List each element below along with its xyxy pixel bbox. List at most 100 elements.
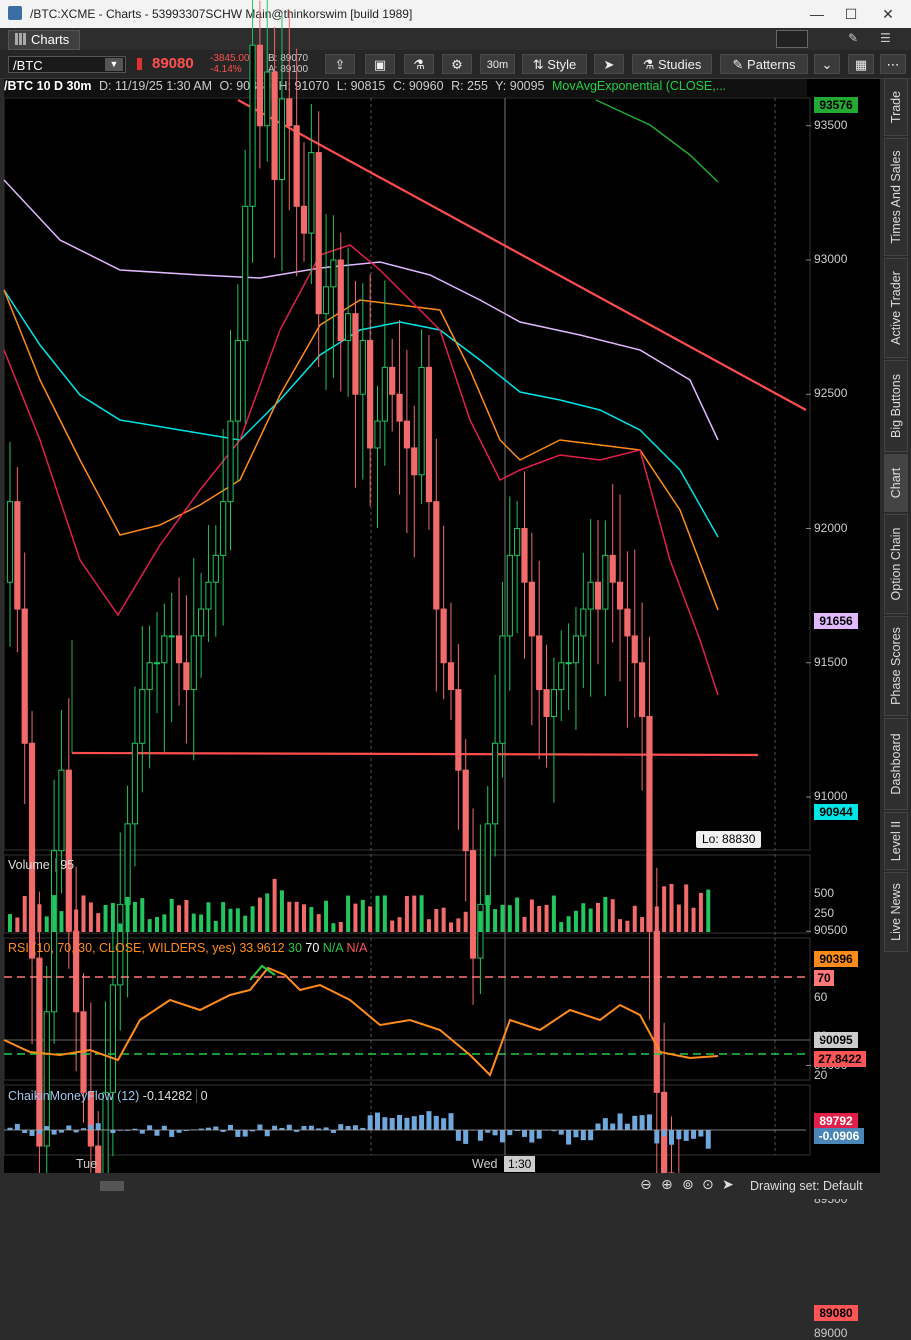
side-tab-big-buttons[interactable]: Big Buttons — [884, 360, 908, 452]
candle-body — [140, 690, 145, 744]
volume-bar — [647, 904, 651, 932]
cmf-bar — [96, 1123, 101, 1130]
side-tab-times-and-sales[interactable]: Times And Sales — [884, 138, 908, 256]
cmf-bar — [390, 1118, 395, 1130]
volume-bar — [346, 896, 350, 932]
candle-body — [448, 663, 453, 690]
cmf-bar — [691, 1130, 696, 1139]
candle-body — [463, 770, 468, 851]
side-tab-trade[interactable]: Trade — [884, 78, 908, 136]
volume-bar — [8, 914, 12, 932]
side-tab-level-ii[interactable]: Level II — [884, 812, 908, 870]
cursor-icon[interactable]: ➤ — [722, 1176, 734, 1193]
cmf-bar — [15, 1124, 20, 1130]
cmf-bar — [368, 1115, 373, 1130]
volume-bar — [434, 909, 438, 932]
volume-bar — [295, 902, 299, 932]
volume-bar — [611, 899, 615, 932]
time-label-wed: Wed — [472, 1157, 497, 1171]
cmf-bar — [698, 1130, 703, 1137]
candle-body — [309, 153, 314, 234]
candle-body — [397, 394, 402, 421]
volume-bar — [427, 919, 431, 932]
candle-body — [441, 609, 446, 663]
candle-body — [419, 367, 424, 474]
candle-body — [66, 770, 71, 931]
price-flag: 89080 — [814, 1305, 858, 1321]
side-tab-option-chain[interactable]: Option Chain — [884, 514, 908, 614]
rsi-value: 33.9612 — [239, 941, 284, 955]
zoom-reset-icon[interactable]: ⊙ — [702, 1176, 714, 1193]
side-tab-live-news[interactable]: Live News — [884, 872, 908, 952]
volume-bar — [287, 902, 291, 932]
rsi-label: RSI (10, 70, 30, CLOSE, WILDERS, yes) — [8, 941, 236, 955]
volume-bar — [67, 913, 71, 932]
volume-bar — [420, 895, 424, 932]
candle-body — [154, 663, 159, 664]
volume-bar — [104, 905, 108, 932]
low-label: Lo: 88830 — [696, 831, 761, 848]
volume-bar — [162, 914, 166, 932]
cmf-bar — [537, 1130, 542, 1139]
price-flag: 91656 — [814, 613, 858, 629]
price-flag: 93576 — [814, 97, 858, 113]
cmf-bar — [412, 1116, 417, 1130]
cmf-bar — [419, 1115, 424, 1130]
volume-bar — [478, 911, 482, 932]
zoom-fit-icon[interactable]: ⊚ — [682, 1176, 694, 1193]
cmf-bar — [669, 1130, 674, 1145]
candle-body — [640, 663, 645, 717]
candle-body — [485, 824, 490, 905]
cmf-bar — [213, 1126, 218, 1130]
volume-bar — [508, 905, 512, 932]
volume-bar — [353, 904, 357, 932]
candle-body — [147, 663, 152, 690]
volume-bar — [398, 917, 402, 932]
volume-bar — [618, 919, 622, 932]
volume-bar — [324, 901, 328, 932]
side-tab-chart[interactable]: Chart — [884, 454, 908, 512]
drawing-set[interactable]: Drawing set: Default — [750, 1179, 863, 1193]
cmf-bar — [478, 1130, 483, 1141]
volume-bar — [236, 908, 240, 932]
side-tab-dashboard[interactable]: Dashboard — [884, 718, 908, 810]
rsi-tick-60: 60 — [814, 990, 827, 1004]
cmf-bar — [257, 1125, 262, 1130]
candle-body — [544, 690, 549, 717]
candle-body — [617, 582, 622, 609]
side-tab-label: Big Buttons — [889, 374, 903, 438]
time-cursor-label: 1:30 — [504, 1156, 535, 1172]
rsi-30: 30 — [288, 941, 302, 955]
cmf-bar — [397, 1115, 402, 1130]
rsi-na-2: N/A — [346, 941, 367, 955]
side-tab-label: Active Trader — [889, 271, 903, 345]
volume-bar — [493, 909, 497, 932]
scrollbar-thumb[interactable] — [100, 1181, 124, 1191]
candle-body — [581, 609, 586, 636]
volume-bar — [45, 916, 49, 932]
volume-value: 95 — [55, 858, 74, 872]
volume-bar — [655, 907, 659, 932]
zoom-out-icon[interactable]: ⊖ — [640, 1176, 652, 1193]
ema-green-line — [596, 100, 718, 182]
volume-bar — [199, 914, 203, 932]
volume-bar — [361, 900, 365, 932]
candle-body — [434, 502, 439, 609]
candle-body — [588, 582, 593, 609]
candle-body — [426, 367, 431, 501]
candle-body — [331, 260, 336, 287]
volume-bar — [515, 898, 519, 932]
cmf-bar — [625, 1124, 630, 1130]
rsi-overbought-segment — [250, 966, 275, 980]
cmf-bar — [603, 1118, 608, 1130]
cmf-bar — [463, 1130, 468, 1144]
cmf-bar — [640, 1115, 645, 1130]
side-tab-active-trader[interactable]: Active Trader — [884, 258, 908, 358]
zoom-in-icon[interactable]: ⊕ — [661, 1176, 673, 1193]
volume-bar — [280, 890, 284, 932]
candle-body — [162, 636, 167, 663]
price-tick: 92500 — [814, 386, 847, 400]
candle-body — [456, 690, 461, 771]
side-tab-phase-scores[interactable]: Phase Scores — [884, 616, 908, 716]
volume-bar — [155, 917, 159, 932]
